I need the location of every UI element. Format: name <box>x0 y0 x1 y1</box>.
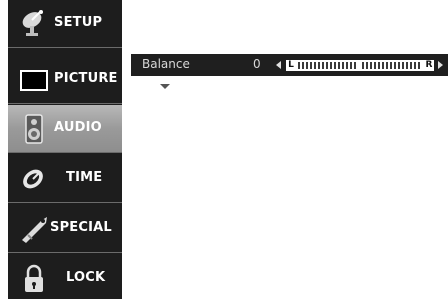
padlock-icon <box>25 264 43 292</box>
right-arrow-icon[interactable] <box>438 61 443 69</box>
menu-item-time[interactable]: TIME <box>8 155 122 203</box>
menu-item-label: LOCK <box>66 270 106 285</box>
menu-item-label: PICTURE <box>54 71 118 86</box>
menu-item-special[interactable]: SPECIAL <box>8 205 122 253</box>
left-arrow-icon[interactable] <box>276 61 281 69</box>
slider-right-marker: R <box>424 60 434 71</box>
menu-item-picture[interactable]: PICTURE <box>8 56 122 104</box>
down-arrow-icon <box>160 84 170 89</box>
balance-slider[interactable]: L R <box>286 60 434 71</box>
osd-menu-sidebar: SETUP PICTURE AUDIO TIME SPECIAL LOCK <box>8 0 122 299</box>
menu-item-label: SETUP <box>54 15 103 30</box>
menu-item-label: SPECIAL <box>50 220 112 235</box>
satellite-dish-icon <box>22 10 43 36</box>
monitor-icon <box>20 70 48 91</box>
balance-value: 0 <box>253 57 261 71</box>
menu-item-lock[interactable]: LOCK <box>8 255 122 302</box>
clock-icon <box>23 169 43 189</box>
slider-thumb[interactable] <box>358 60 362 71</box>
tag-icon <box>22 217 47 243</box>
slider-left-marker: L <box>286 60 296 71</box>
menu-item-audio[interactable]: AUDIO <box>8 105 122 153</box>
speaker-icon <box>25 114 43 144</box>
balance-label: Balance <box>142 57 190 71</box>
balance-control[interactable]: Balance 0 L R <box>131 54 448 76</box>
menu-item-label: AUDIO <box>54 120 102 135</box>
menu-item-setup[interactable]: SETUP <box>8 0 122 48</box>
menu-item-label: TIME <box>66 170 103 185</box>
